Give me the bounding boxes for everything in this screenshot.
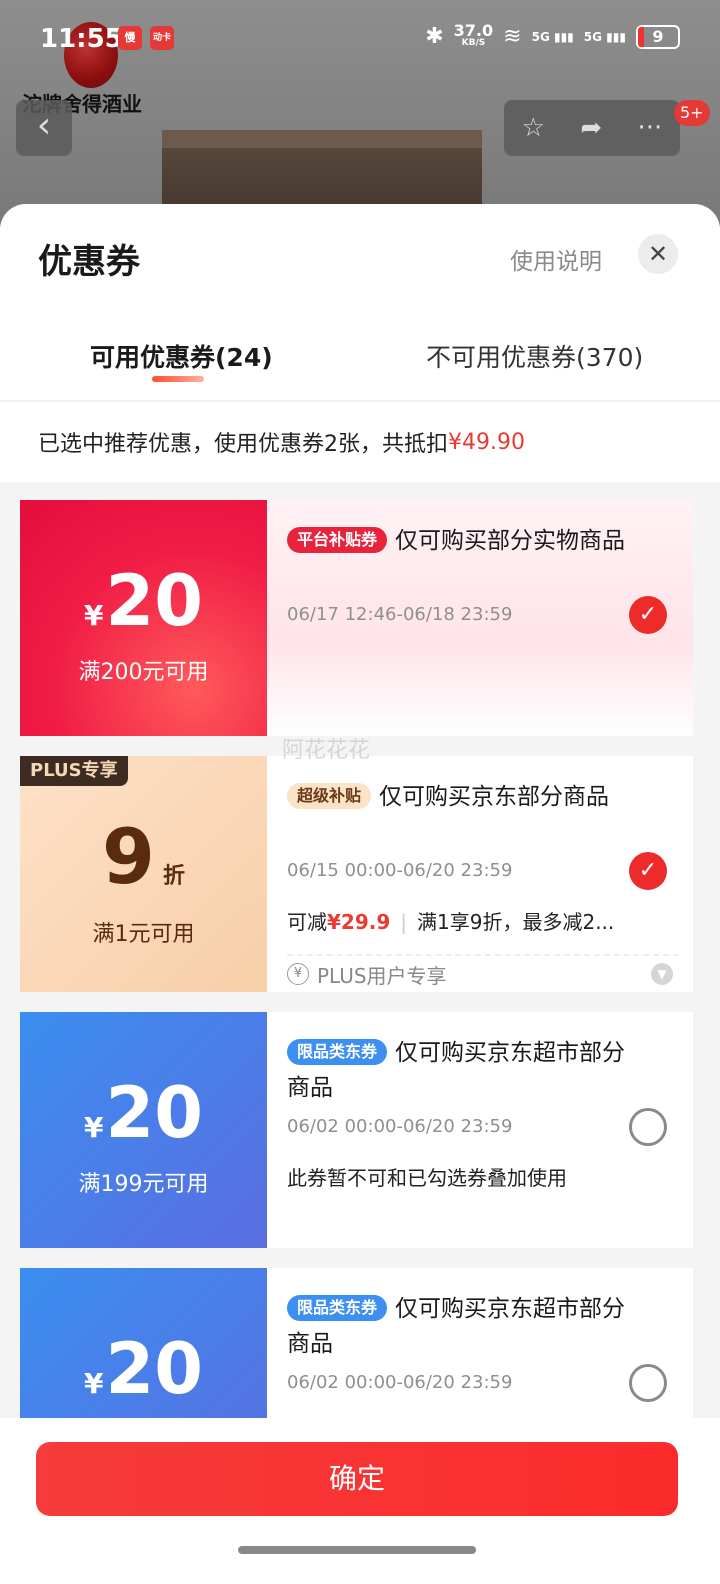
coupon-date: 06/15 00:00-06/20 23:59 [287,860,513,881]
usage-instructions-link[interactable]: 使用说明 [510,242,602,276]
yen-icon: ¥ [287,963,309,985]
coupon-info: 限品类东券 仅可购买京东超市部分商品 06/02 00:00-06/20 23:5… [267,1012,693,1248]
coupon-tag: 限品类东券 [287,1295,388,1321]
checkbox-unselected[interactable] [629,1108,667,1146]
coupon-date: 06/02 00:00-06/20 23:59 [287,1372,513,1393]
back-button[interactable]: ‹ [16,100,72,156]
coupon-date: 06/17 12:46-06/18 23:59 [287,604,513,625]
coupon-condition: 满199元可用 [78,1172,209,1197]
checkbox-selected[interactable]: ✓ [629,596,667,634]
coupon-info: 平台补贴券 仅可购买部分实物商品 06/17 12:46-06/18 23:59 … [267,500,693,736]
status-time: 11:55 [40,24,123,54]
coupon-tag: 超级补贴 [287,783,372,809]
coupon-list[interactable]: ¥20 满200元可用 平台补贴券 仅可购买部分实物商品 06/17 12:46-… [0,486,720,1426]
top-actions: ☆ ➦ ··· [504,100,680,156]
battery-icon: 9 [636,24,680,49]
coupon-condition: 满1元可用 [92,922,195,947]
signal-icon: 5G ▮▮▮ [583,29,626,44]
more-icon[interactable]: ··· [638,113,663,143]
chevron-down-icon[interactable]: ▼ [651,963,673,985]
currency-symbol: ¥ [84,599,104,632]
checkmark-icon: ✓ [638,858,658,883]
share-icon[interactable]: ➦ [580,113,602,143]
plus-user-label: PLUS用户专享 [317,963,447,988]
discount-note: 可减¥29.9 | 满1享9折，最多减2... [287,910,615,934]
sheet-footer: 确定 [0,1418,720,1584]
app-notification-icon: 动卡 [150,26,174,50]
notification-badge: 5+ [674,100,710,126]
coupon-value-panel: ¥20 满200元可用 [20,500,267,736]
plus-user-row[interactable]: ¥ PLUS用户专享 ▼ [287,954,679,992]
checkbox-selected[interactable]: ✓ [629,852,667,890]
sheet-title: 优惠券 [38,242,140,282]
coupon-title: 仅可购买京东部分商品 [379,784,610,810]
coupon-tag: 限品类东券 [287,1039,388,1065]
coupon-value-panel: ¥20 满199元可用 [20,1012,267,1248]
coupon-info: 限品类东券 仅可购买京东超市部分商品 06/02 00:00-06/20 23:5… [267,1268,693,1426]
close-button[interactable]: ✕ [638,234,678,274]
coupon-value: 20 [105,1328,203,1410]
coupon-info: 超级补贴 仅可购买京东部分商品 06/15 00:00-06/20 23:59 ✓… [267,756,693,992]
watermark: 阿花花花 [282,738,371,763]
coupon-card[interactable]: ¥20 满199元可用 限品类东券 仅可购买京东超市部分商品 06/02 00:0… [20,1012,693,1248]
bluetooth-icon: ✱ [425,24,444,49]
tab-unavailable[interactable]: 不可用优惠券(370) [426,338,643,374]
coupon-tag: 平台补贴券 [287,527,388,553]
network-speed: 37.0 KB/S [453,20,494,48]
confirm-button[interactable]: 确定 [36,1442,678,1516]
app-notification-icon: 慢 [118,26,142,50]
currency-symbol: ¥ [84,1367,104,1400]
star-icon[interactable]: ☆ [522,113,545,143]
coupon-note: 此券暂不可和已勾选券叠加使用 [287,1166,567,1190]
active-tab-indicator [152,376,204,382]
summary-amount: ¥49.90 [448,429,525,455]
coupon-card[interactable]: ¥20 满200元可用 平台补贴券 仅可购买部分实物商品 06/17 12:46-… [20,500,693,736]
wifi-icon: ≋ [503,24,522,49]
coupon-value-panel: PLUS专享 9折 满1元可用 [20,756,267,992]
system-icons: ✱ 37.0 KB/S ≋ 5G ▮▮▮ 5G ▮▮▮ 9 [425,20,680,49]
checkmark-icon: ✓ [638,602,658,627]
coupon-date: 06/02 00:00-06/20 23:59 [287,1116,513,1137]
coupon-sheet: 优惠券 使用说明 ✕ 可用优惠券(24) 不可用优惠券(370) 已选中推荐优惠… [0,204,720,1584]
checkbox-unselected[interactable] [629,1364,667,1402]
coupon-value: 9 [102,812,155,901]
coupon-value: 20 [105,1072,203,1154]
coupon-card[interactable]: ¥20 限品类东券 仅可购买京东超市部分商品 06/02 00:00-06/20 … [20,1268,693,1426]
selection-summary: 已选中推荐优惠，使用优惠券2张，共抵扣 ¥49.90 [0,402,720,482]
coupon-value: 20 [105,560,203,642]
coupon-condition: 满200元可用 [78,660,209,685]
summary-text: 已选中推荐优惠，使用优惠券2张，共抵扣 [38,432,448,457]
home-indicator[interactable] [238,1546,476,1554]
tab-available[interactable]: 可用优惠券(24) [90,338,273,374]
status-bar: 11:55 慢 动卡 ✱ 37.0 KB/S ≋ 5G ▮▮▮ 5G ▮▮▮ 9 [0,0,720,80]
coupon-title: 仅可购买部分实物商品 [395,528,626,554]
signal-icon: 5G ▮▮▮ [531,29,574,44]
sheet-header: 优惠券 使用说明 ✕ 可用优惠券(24) 不可用优惠券(370) [0,204,720,400]
chevron-left-icon: ‹ [36,105,52,146]
coupon-card[interactable]: PLUS专享 9折 满1元可用 超级补贴 仅可购买京东部分商品 06/15 00:… [20,756,693,992]
coupon-unit: 折 [162,864,185,889]
currency-symbol: ¥ [84,1111,104,1144]
close-icon: ✕ [647,240,669,268]
plus-exclusive-badge: PLUS专享 [20,756,128,786]
coupon-value-panel: ¥20 [20,1268,267,1426]
